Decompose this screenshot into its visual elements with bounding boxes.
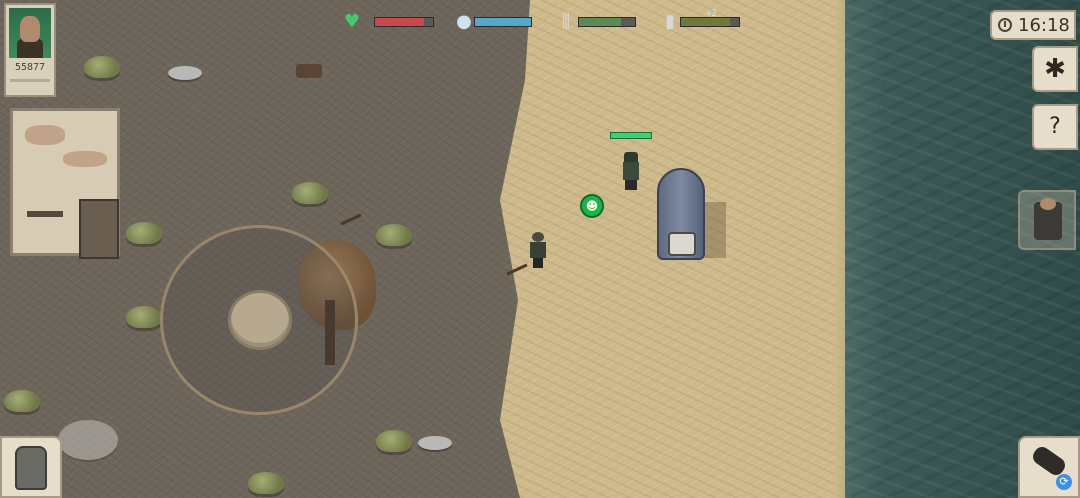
bunker-door[interactable] bbox=[79, 199, 119, 259]
bush[interactable] bbox=[4, 390, 40, 412]
health-fill bbox=[375, 18, 425, 26]
player-character[interactable] bbox=[620, 152, 640, 190]
bush[interactable] bbox=[292, 182, 328, 204]
friendly-marker-icon[interactable]: ☻ bbox=[580, 194, 604, 218]
crafting-button[interactable] bbox=[1018, 190, 1076, 250]
rock-pile bbox=[58, 420, 118, 460]
swap-icon[interactable]: ⟳ bbox=[1056, 474, 1072, 490]
hunger-stat: ⫼ bbox=[554, 10, 644, 36]
heart-icon: ♥ bbox=[343, 11, 361, 32]
health-track bbox=[374, 17, 434, 27]
bush[interactable] bbox=[376, 224, 412, 246]
player-legs bbox=[625, 180, 637, 190]
player-health-bar bbox=[610, 132, 652, 139]
portrait-divider bbox=[10, 79, 50, 82]
hunger-fill bbox=[579, 18, 621, 26]
npc-body bbox=[530, 242, 546, 258]
water-drop-icon: ● bbox=[456, 11, 472, 32]
rock[interactable] bbox=[418, 436, 452, 450]
thermometer-icon: ▮ bbox=[665, 11, 675, 32]
bush[interactable] bbox=[248, 472, 284, 494]
temperature-label: +2 bbox=[706, 9, 717, 19]
player-body bbox=[623, 162, 639, 180]
avatar bbox=[9, 8, 51, 58]
thirst-track bbox=[474, 17, 532, 27]
npc-legs bbox=[533, 258, 543, 268]
character-portrait[interactable]: 55877 bbox=[4, 3, 56, 97]
bush[interactable] bbox=[126, 222, 162, 244]
quests-button[interactable]: ? bbox=[1032, 104, 1078, 150]
tree-stump[interactable] bbox=[296, 64, 322, 78]
bunker-building[interactable] bbox=[10, 108, 120, 259]
bunker-stain bbox=[25, 125, 65, 145]
gear-icon: ✱ bbox=[1044, 54, 1066, 84]
temperature-stat: ▮ +2 bbox=[658, 9, 748, 36]
bush[interactable] bbox=[376, 430, 412, 452]
boat-engine[interactable] bbox=[668, 232, 696, 256]
hunger-track bbox=[578, 17, 636, 27]
health-stat: ♥ bbox=[340, 10, 440, 36]
bush[interactable] bbox=[126, 306, 162, 328]
score-value: 55877 bbox=[14, 62, 46, 73]
bunker-stain bbox=[63, 151, 107, 167]
character-figure-icon bbox=[1034, 198, 1062, 240]
game-world[interactable]: ☻ bbox=[0, 0, 1080, 498]
joystick-knob[interactable] bbox=[228, 290, 292, 350]
npc-character[interactable] bbox=[529, 232, 547, 268]
quest-scroll-icon: ? bbox=[1049, 114, 1061, 139]
weapon-icon bbox=[1029, 443, 1069, 479]
bunker-window bbox=[27, 211, 63, 217]
fork-knife-icon: ⫼ bbox=[561, 11, 571, 32]
temperature-fill bbox=[681, 18, 731, 26]
player-head bbox=[624, 152, 638, 162]
clock-panel: 16:18 bbox=[990, 10, 1076, 40]
inventory-button[interactable] bbox=[0, 436, 62, 498]
thirst-fill bbox=[475, 18, 531, 26]
backpack-icon bbox=[15, 446, 47, 490]
rock[interactable] bbox=[168, 66, 202, 80]
settings-button[interactable]: ✱ bbox=[1032, 46, 1078, 92]
game-time: 16:18 bbox=[1018, 15, 1070, 36]
equipped-item-button[interactable]: ⟳ bbox=[1018, 436, 1080, 498]
npc-head bbox=[532, 232, 544, 242]
thirst-stat: ● bbox=[452, 10, 542, 36]
bush[interactable] bbox=[84, 56, 120, 78]
clock-icon bbox=[998, 18, 1012, 32]
